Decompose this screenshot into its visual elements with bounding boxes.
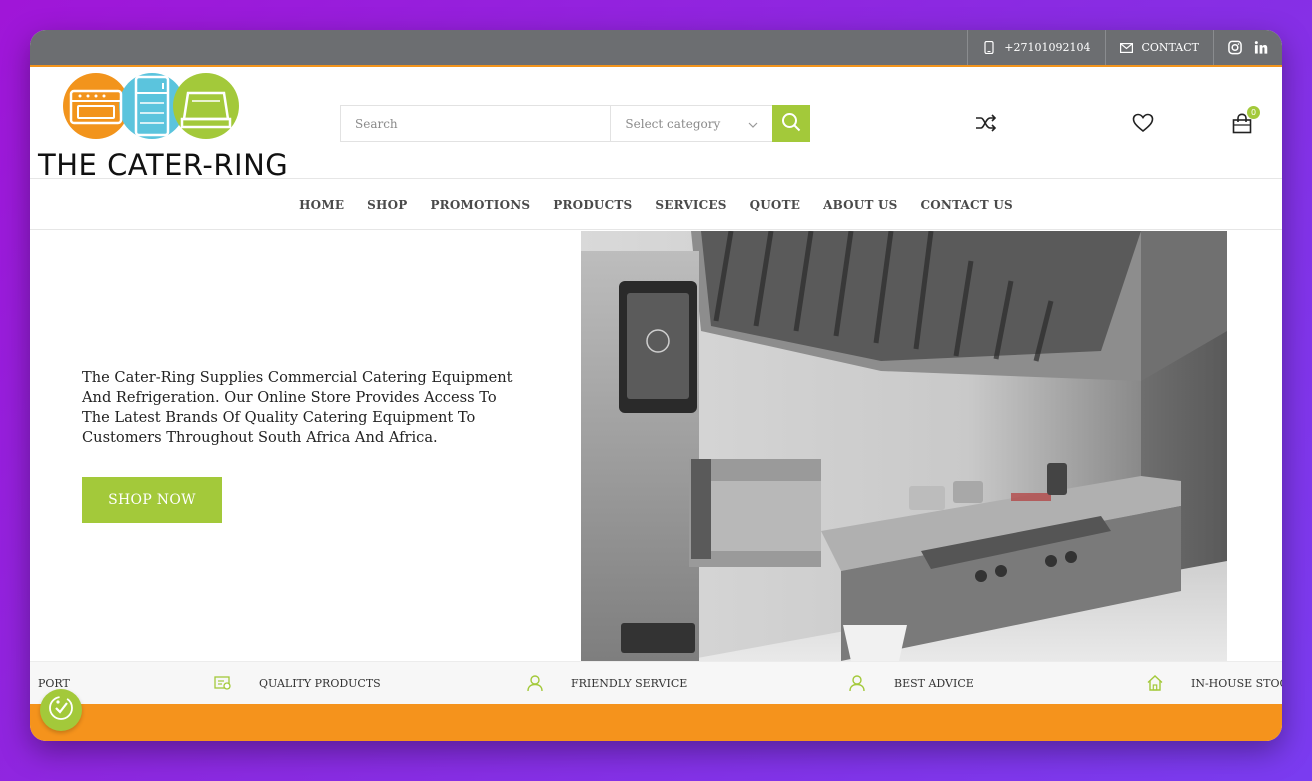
category-select[interactable]: Select category	[610, 106, 772, 141]
search-button[interactable]	[772, 105, 810, 142]
contact-link[interactable]: CONTACT	[1104, 30, 1214, 65]
search-input[interactable]	[341, 106, 611, 141]
heart-icon	[1132, 113, 1154, 137]
accessibility-icon	[47, 694, 75, 726]
kitchen-illustration	[581, 231, 1227, 661]
search-bar: Select category	[340, 105, 810, 142]
feature-quality-products-label: QUALITY PRODUCTS	[259, 677, 381, 690]
nav-item-about-us[interactable]: ABOUT US	[812, 198, 909, 212]
accessibility-button[interactable]	[40, 689, 82, 731]
feature-best-advice-label: BEST ADVICE	[894, 677, 974, 690]
cart-button[interactable]: 0	[1230, 106, 1260, 137]
top-bar: +27101092104 CONTACT	[30, 30, 1282, 67]
logo-text: THE CATER-RING	[38, 148, 289, 182]
phone-link[interactable]: +27101092104	[967, 30, 1104, 65]
social-links	[1213, 30, 1282, 65]
hero-description: The Cater-Ring Supplies Commercial Cater…	[82, 369, 513, 446]
site-header: THE CATER-RING Select category	[30, 67, 1282, 182]
nav-item-shop[interactable]: SHOP	[356, 198, 419, 212]
home-icon	[1146, 674, 1164, 692]
nav-item-contact-us[interactable]: CONTACT US	[909, 198, 1024, 212]
feature-in-house-stock-label: IN-HOUSE STOCK	[1191, 677, 1282, 690]
nav-item-quote[interactable]: QUOTE	[738, 198, 811, 212]
nav-item-products[interactable]: PRODUCTS	[542, 198, 644, 212]
nav-item-home[interactable]: HOME	[288, 198, 356, 212]
category-select-label: Select category	[625, 116, 721, 131]
user-icon	[526, 674, 544, 692]
feature-friendly-service-label: FRIENDLY SERVICE	[571, 677, 688, 690]
envelope-icon	[1120, 41, 1134, 55]
browser-window: +27101092104 CONTACT THE CATER-RING Sear…	[30, 30, 1282, 741]
nav-item-services[interactable]: SERVICES	[644, 198, 738, 212]
shop-now-button[interactable]: SHOP NOW	[82, 477, 222, 523]
nav-item-promotions[interactable]: PROMOTIONS	[419, 198, 542, 212]
shuffle-icon	[975, 114, 997, 136]
logo-mark	[63, 73, 239, 139]
phone-icon	[982, 41, 996, 55]
phone-number: +27101092104	[1004, 41, 1091, 54]
site-logo[interactable]: THE CATER-RING	[36, 71, 288, 182]
features-bar: PORT QUALITY PRODUCTS FRIENDLY SERVICE B…	[30, 661, 1282, 704]
hero-kitchen-image	[581, 231, 1227, 661]
search-icon	[781, 112, 801, 136]
certificate-icon	[214, 674, 232, 692]
main-nav: HOME SHOP PROMOTIONS PRODUCTS SERVICES Q…	[30, 180, 1282, 230]
instagram-icon[interactable]	[1228, 40, 1242, 55]
linkedin-icon[interactable]	[1254, 41, 1268, 55]
compare-button[interactable]	[974, 113, 998, 137]
advisor-icon	[848, 674, 866, 692]
chevron-down-icon	[748, 117, 758, 131]
cart-count-badge: 0	[1247, 106, 1260, 119]
contact-label: CONTACT	[1141, 41, 1200, 54]
footer-accent-bar	[30, 704, 1282, 741]
feature-support-label: PORT	[38, 677, 70, 690]
wishlist-button[interactable]	[1131, 113, 1155, 137]
